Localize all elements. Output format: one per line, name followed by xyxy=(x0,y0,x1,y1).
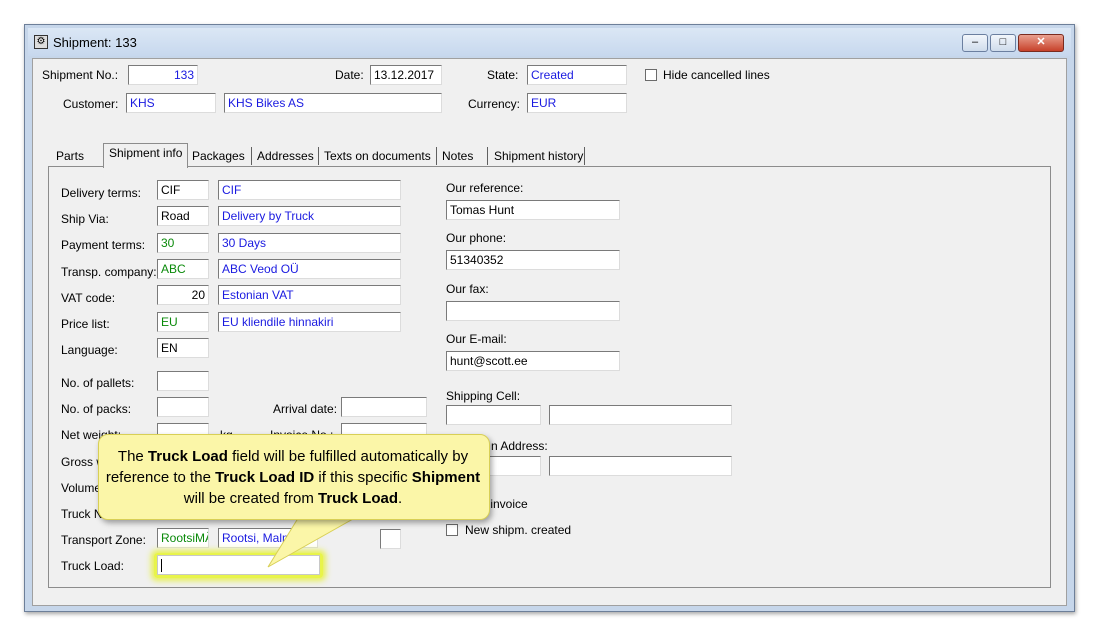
delivery-terms-code-field[interactable]: CIF xyxy=(157,180,209,200)
transp-company-name-field[interactable]: ABC Veod OÜ xyxy=(218,259,401,279)
language-field[interactable]: EN xyxy=(157,338,209,358)
tab-shipment-info[interactable]: Shipment info xyxy=(103,143,189,168)
ship-via-code-field[interactable]: Road xyxy=(157,206,209,226)
our-phone-label: Our phone: xyxy=(446,231,507,245)
minimize-button[interactable]: – xyxy=(962,34,988,52)
our-reference-field[interactable]: Tomas Hunt xyxy=(446,200,620,220)
our-phone-field[interactable]: 51340352 xyxy=(446,250,620,270)
app-gear-icon: ⚙ xyxy=(34,35,48,49)
delivery-terms-label: Delivery terms: xyxy=(61,186,142,200)
state-label: State: xyxy=(487,68,519,82)
pallets-label: No. of pallets: xyxy=(61,376,135,390)
price-list-name-field[interactable]: EU kliendile hinnakiri xyxy=(218,312,401,332)
arrival-date-field[interactable] xyxy=(341,397,427,417)
vat-name-field[interactable]: Estonian VAT xyxy=(218,285,401,305)
maximize-button[interactable]: □ xyxy=(990,34,1016,52)
transp-company-code-field[interactable]: ABC xyxy=(157,259,209,279)
arrival-date-label: Arrival date: xyxy=(273,402,338,416)
tab-notes[interactable]: Notes xyxy=(440,147,475,166)
tab-parts[interactable]: Parts xyxy=(54,147,86,166)
transport-zone-code-field[interactable]: RootsiMÄ xyxy=(157,528,209,548)
our-email-field[interactable]: hunt@scott.ee xyxy=(446,351,620,371)
delivery-terms-name-field[interactable]: CIF xyxy=(218,180,401,200)
tab-separator xyxy=(318,147,319,165)
transport-zone-extra-field[interactable] xyxy=(380,529,401,549)
currency-label: Currency: xyxy=(468,97,521,111)
shipping-address-name-field[interactable] xyxy=(549,456,732,476)
date-field[interactable]: 13.12.2017 xyxy=(370,65,442,85)
hide-cancelled-label: Hide cancelled lines xyxy=(663,68,770,82)
vat-code-label: VAT code: xyxy=(61,291,116,305)
currency-field[interactable]: EUR xyxy=(527,93,627,113)
truck-load-label: Truck Load: xyxy=(61,559,124,573)
packs-field[interactable] xyxy=(157,397,209,417)
shipping-cell-code-field[interactable] xyxy=(446,405,541,425)
customer-label: Customer: xyxy=(63,97,119,111)
transp-company-label: Transp. company: xyxy=(61,265,157,279)
our-fax-field[interactable] xyxy=(446,301,620,321)
date-label: Date: xyxy=(335,68,364,82)
customer-name-field[interactable]: KHS Bikes AS xyxy=(224,93,442,113)
new-shipm-created-label: New shipm. created xyxy=(465,523,572,537)
tab-addresses[interactable]: Addresses xyxy=(255,147,316,166)
shipping-address-label: n Address: xyxy=(491,439,548,453)
tab-shipment-history[interactable]: Shipment history xyxy=(492,147,585,166)
our-email-label: Our E-mail: xyxy=(446,332,507,346)
tab-separator xyxy=(584,147,585,165)
packs-label: No. of packs: xyxy=(61,402,132,416)
shipment-no-label: Shipment No.: xyxy=(42,68,119,82)
text-cursor xyxy=(161,559,162,573)
new-shipm-created-checkbox[interactable] xyxy=(446,524,458,536)
our-fax-label: Our fax: xyxy=(446,282,489,296)
tab-texts-on-documents[interactable]: Texts on documents xyxy=(322,147,433,166)
ship-via-label: Ship Via: xyxy=(61,212,109,226)
payment-terms-name-field[interactable]: 30 Days xyxy=(218,233,401,253)
transport-zone-label: Transport Zone: xyxy=(61,533,146,547)
payment-terms-label: Payment terms: xyxy=(61,238,146,252)
price-list-label: Price list: xyxy=(61,317,110,331)
ship-via-name-field[interactable]: Delivery by Truck xyxy=(218,206,401,226)
pallets-field[interactable] xyxy=(157,371,209,391)
callout-text: The Truck Load field will be fulfilled a… xyxy=(105,448,481,507)
customer-code-field[interactable]: KHS xyxy=(126,93,216,113)
state-field[interactable]: Created xyxy=(527,65,627,85)
shipment-no-field[interactable]: 133 xyxy=(128,65,198,85)
title-bar[interactable] xyxy=(28,28,1071,56)
close-button[interactable]: ✕ xyxy=(1018,34,1064,52)
tab-separator xyxy=(436,147,437,165)
truck-no-label: Truck N xyxy=(61,507,103,521)
shipping-cell-label: Shipping Cell: xyxy=(446,389,521,403)
tab-packages[interactable]: Packages xyxy=(190,147,247,166)
hide-cancelled-checkbox[interactable] xyxy=(645,69,657,81)
price-list-code-field[interactable]: EU xyxy=(157,312,209,332)
window-title: Shipment: 133 xyxy=(53,35,137,50)
payment-terms-code-field[interactable]: 30 xyxy=(157,233,209,253)
language-label: Language: xyxy=(61,343,118,357)
shipping-cell-name-field[interactable] xyxy=(549,405,732,425)
vat-code-field[interactable]: 20 xyxy=(157,285,209,305)
tab-separator xyxy=(487,147,488,165)
our-reference-label: Our reference: xyxy=(446,181,524,195)
tab-separator xyxy=(251,147,252,165)
